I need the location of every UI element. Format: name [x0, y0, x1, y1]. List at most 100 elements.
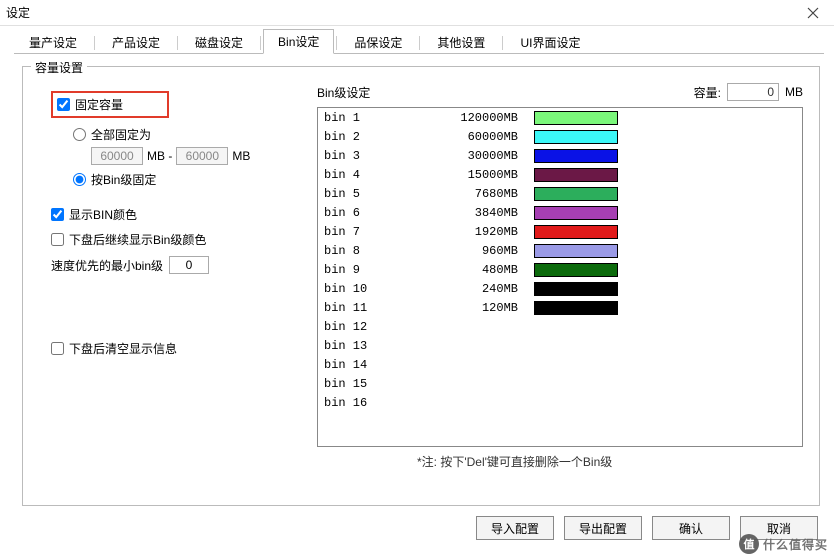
- bin-value: 60000MB: [424, 130, 534, 144]
- bin-row[interactable]: bin 13: [318, 336, 802, 355]
- bin-value: 240MB: [424, 282, 534, 296]
- bin-name: bin 8: [324, 244, 424, 258]
- range-to-input[interactable]: [176, 147, 228, 165]
- bin-name: bin 16: [324, 396, 424, 410]
- bin-color-swatch: [534, 301, 618, 315]
- by-bin-radio[interactable]: [73, 173, 86, 186]
- bin-header: Bin级设定 容量: MB: [317, 83, 803, 101]
- tab-2[interactable]: 磁盘设定: [180, 30, 258, 54]
- bin-name: bin 13: [324, 339, 424, 353]
- bin-value: 960MB: [424, 244, 534, 258]
- bin-value: 120000MB: [424, 111, 534, 125]
- bin-row[interactable]: bin 57680MB: [318, 184, 802, 203]
- capacity-input[interactable]: [727, 83, 779, 101]
- bin-name: bin 15: [324, 377, 424, 391]
- clear-after-row: 下盘后清空显示信息: [51, 340, 307, 357]
- window-title: 设定: [6, 4, 798, 21]
- bin-color-swatch: [534, 244, 618, 258]
- left-column: 固定容量 全部固定为 MB - MB 按Bin级固定 显示BIN颜色 下盘后继续…: [33, 81, 313, 495]
- bin-row[interactable]: bin 71920MB: [318, 222, 802, 241]
- watermark-text: 什么值得买: [763, 536, 828, 553]
- tab-separator: [502, 36, 503, 50]
- show-bin-color-row: 显示BIN颜色: [51, 206, 307, 223]
- keep-color-label: 下盘后继续显示Bin级颜色: [69, 231, 206, 248]
- bin-row[interactable]: bin 8960MB: [318, 241, 802, 260]
- bin-color-swatch: [534, 263, 618, 277]
- tab-0[interactable]: 量产设定: [14, 30, 92, 54]
- all-fixed-radio[interactable]: [73, 128, 86, 141]
- bin-color-swatch: [534, 282, 618, 296]
- bin-name: bin 10: [324, 282, 424, 296]
- tabs: 量产设定产品设定磁盘设定Bin设定品保设定其他设置UI界面设定: [14, 32, 824, 54]
- keep-color-checkbox[interactable]: [51, 233, 64, 246]
- bin-name: bin 1: [324, 111, 424, 125]
- bin-value: 3840MB: [424, 206, 534, 220]
- capacity-mb-unit: MB: [785, 85, 803, 99]
- keep-color-row: 下盘后继续显示Bin级颜色: [51, 231, 307, 248]
- bin-name: bin 14: [324, 358, 424, 372]
- bin-value: 120MB: [424, 301, 534, 315]
- bin-color-swatch: [534, 130, 618, 144]
- bin-row[interactable]: bin 63840MB: [318, 203, 802, 222]
- tab-6[interactable]: UI界面设定: [505, 30, 595, 54]
- range-from-input[interactable]: [91, 147, 143, 165]
- bin-name: bin 6: [324, 206, 424, 220]
- tab-5[interactable]: 其他设置: [422, 30, 500, 54]
- bin-name: bin 5: [324, 187, 424, 201]
- by-bin-row: 按Bin级固定: [73, 171, 307, 188]
- range-end-label: MB: [232, 149, 250, 163]
- import-config-button[interactable]: 导入配置: [476, 516, 554, 540]
- ok-button[interactable]: 确认: [652, 516, 730, 540]
- bin-color-swatch: [534, 187, 618, 201]
- clear-after-checkbox[interactable]: [51, 342, 64, 355]
- bin-row[interactable]: bin 14: [318, 355, 802, 374]
- bin-name: bin 11: [324, 301, 424, 315]
- bin-row[interactable]: bin 415000MB: [318, 165, 802, 184]
- bin-name: bin 7: [324, 225, 424, 239]
- fix-capacity-label: 固定容量: [75, 96, 123, 113]
- bin-row[interactable]: bin 16: [318, 393, 802, 412]
- fix-capacity-row: 固定容量: [51, 91, 307, 118]
- bin-color-swatch: [534, 149, 618, 163]
- bin-name: bin 9: [324, 263, 424, 277]
- bin-row[interactable]: bin 12: [318, 317, 802, 336]
- bin-row[interactable]: bin 9480MB: [318, 260, 802, 279]
- bin-row[interactable]: bin 1120000MB: [318, 108, 802, 127]
- tab-separator: [336, 36, 337, 50]
- bin-row[interactable]: bin 260000MB: [318, 127, 802, 146]
- capacity-label: 容量:: [694, 84, 721, 101]
- close-icon[interactable]: [798, 3, 828, 23]
- speed-min-bin-label: 速度优先的最小bin级: [51, 257, 163, 274]
- show-bin-color-checkbox[interactable]: [51, 208, 64, 221]
- watermark-badge-icon: 值: [739, 534, 759, 554]
- bin-color-swatch: [534, 206, 618, 220]
- tab-4[interactable]: 品保设定: [339, 30, 417, 54]
- bin-delete-note: *注: 按下'Del'键可直接删除一个Bin级: [317, 453, 803, 470]
- tab-1[interactable]: 产品设定: [97, 30, 175, 54]
- bin-color-swatch: [534, 225, 618, 239]
- capacity-fieldset: 容量设置 固定容量 全部固定为 MB - MB 按Bin级固定 显示BIN颜色: [22, 66, 820, 506]
- bin-name: bin 4: [324, 168, 424, 182]
- tab-separator: [177, 36, 178, 50]
- bin-header-label: Bin级设定: [317, 84, 370, 101]
- bin-name: bin 2: [324, 130, 424, 144]
- bin-value: 15000MB: [424, 168, 534, 182]
- mb-range-row: MB - MB: [91, 147, 307, 165]
- capacity-legend: 容量设置: [31, 59, 87, 76]
- bin-name: bin 3: [324, 149, 424, 163]
- bin-value: 7680MB: [424, 187, 534, 201]
- speed-min-bin-input[interactable]: [169, 256, 209, 274]
- bin-row[interactable]: bin 15: [318, 374, 802, 393]
- tab-3[interactable]: Bin设定: [263, 29, 334, 54]
- bin-row[interactable]: bin 10240MB: [318, 279, 802, 298]
- bin-row[interactable]: bin 330000MB: [318, 146, 802, 165]
- footer-buttons: 导入配置 导出配置 确认 取消: [0, 512, 834, 540]
- fix-capacity-checkbox[interactable]: [57, 98, 70, 111]
- bin-name: bin 12: [324, 320, 424, 334]
- range-sep-label: MB -: [147, 149, 172, 163]
- bin-list[interactable]: bin 1120000MBbin 260000MBbin 330000MBbin…: [317, 107, 803, 447]
- bin-row[interactable]: bin 11120MB: [318, 298, 802, 317]
- right-column: Bin级设定 容量: MB bin 1120000MBbin 260000MBb…: [313, 81, 809, 495]
- window-titlebar: 设定: [0, 0, 834, 26]
- export-config-button[interactable]: 导出配置: [564, 516, 642, 540]
